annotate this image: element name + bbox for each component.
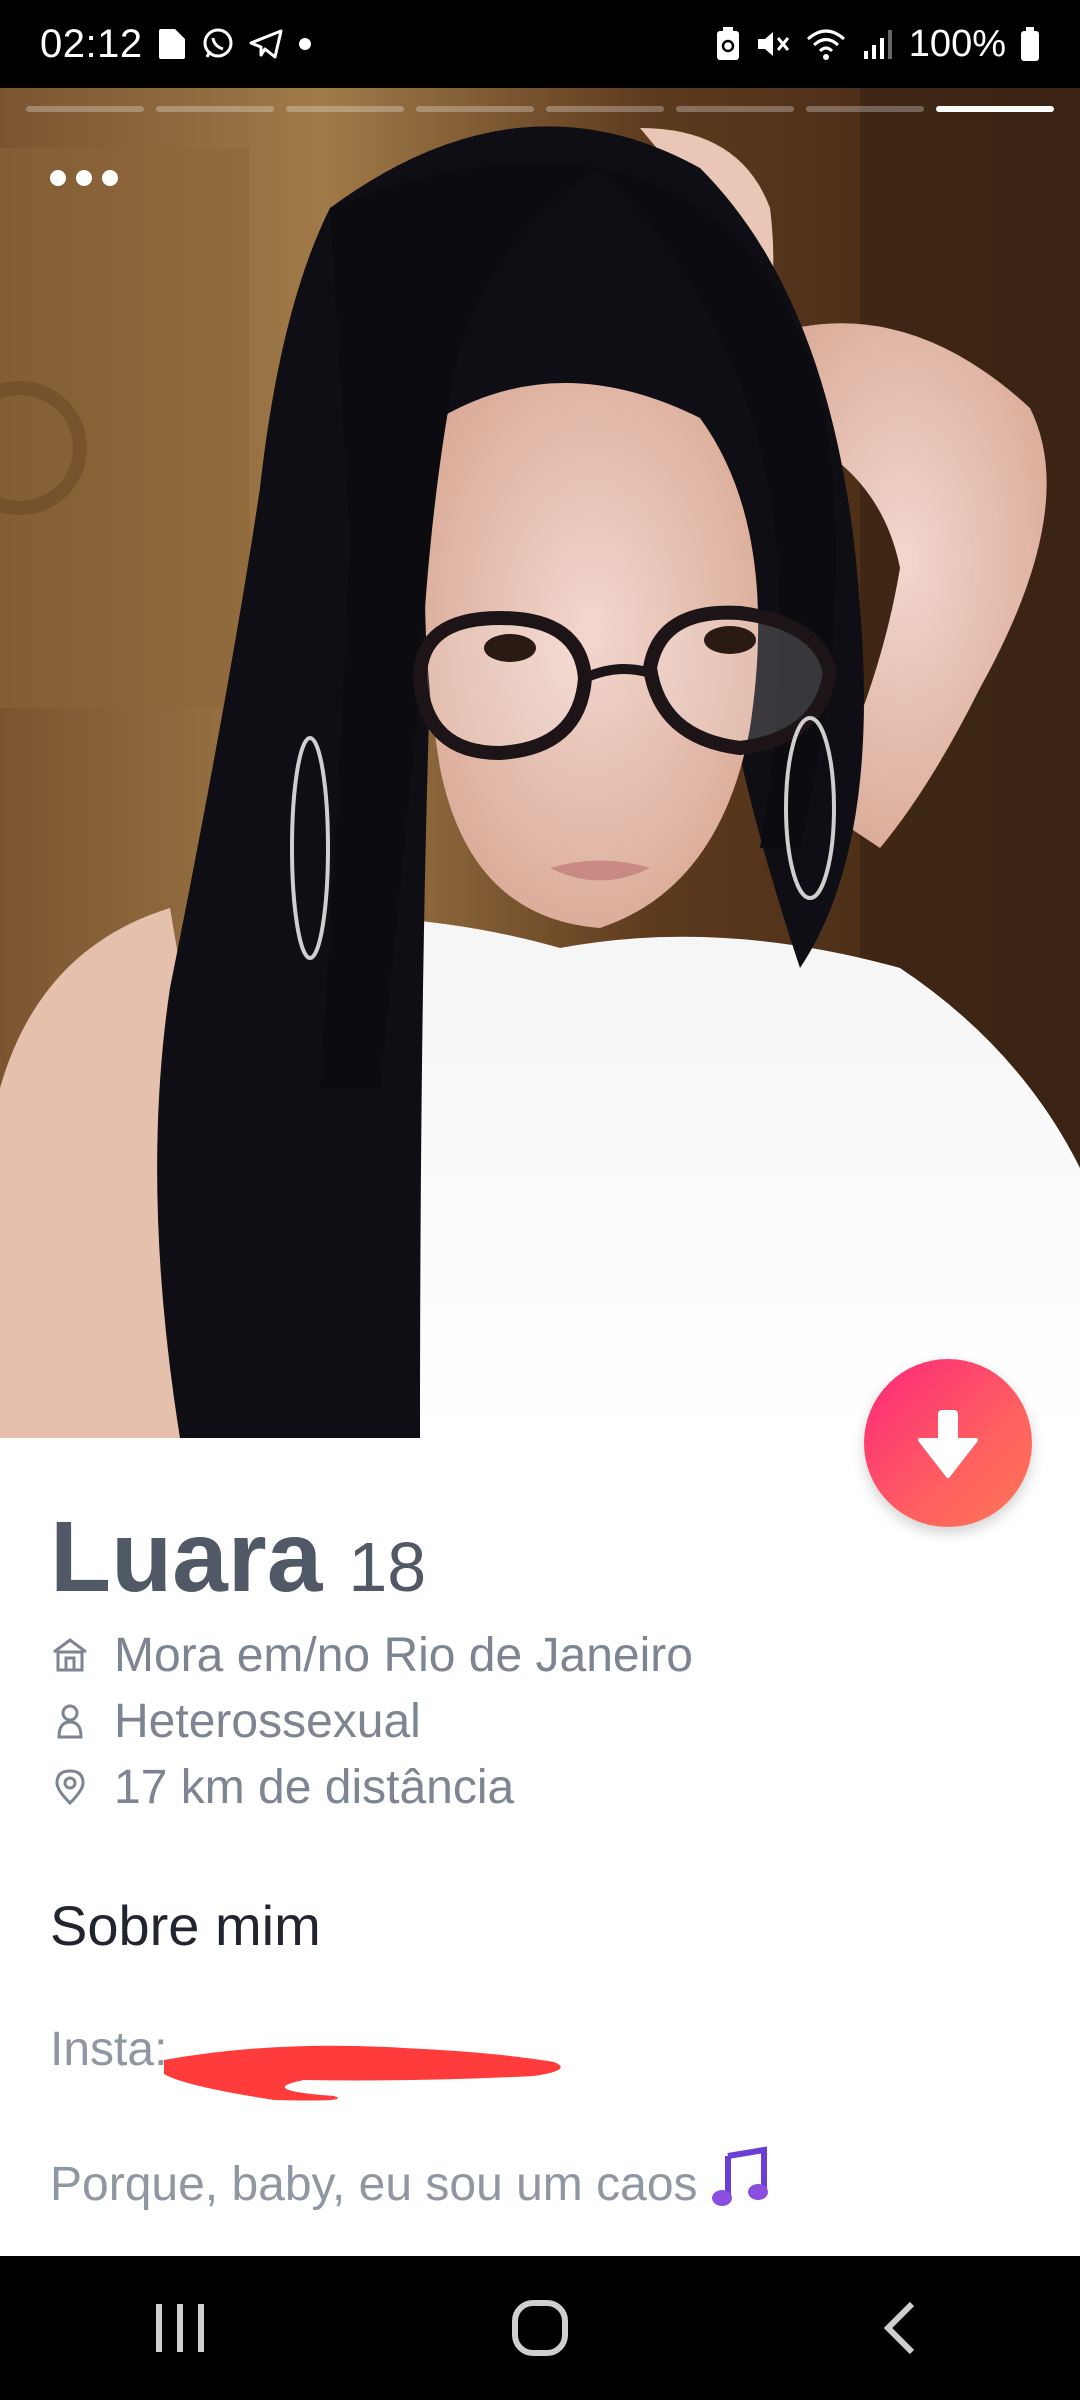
photo-progress-segment-active xyxy=(936,106,1054,112)
detail-text: 17 km de distância xyxy=(114,1760,515,1814)
battery-percentage: 100% xyxy=(908,22,1006,65)
whatsapp-icon xyxy=(201,27,235,61)
insta-row: Insta: xyxy=(50,2022,1030,2101)
dot-icon xyxy=(297,36,313,52)
tinder-profile-screen: 02:12 100% Luara 18 Mora em/no Rio de Ja… xyxy=(0,0,1080,2400)
music-notes-icon xyxy=(710,2146,780,2222)
profile-name: Luara xyxy=(50,1501,323,1613)
telegram-icon xyxy=(249,29,283,59)
recent-apps-button[interactable] xyxy=(120,2278,240,2378)
photo-progress-segment xyxy=(546,106,664,112)
battery-icon xyxy=(1020,26,1040,62)
back-button[interactable] xyxy=(840,2278,960,2378)
detail-row-location-home: Mora em/no Rio de Janeiro xyxy=(50,1628,1030,1682)
mute-icon xyxy=(755,27,791,61)
name-row: Luara 18 xyxy=(50,1500,1030,1615)
about-me-heading: Sobre mim xyxy=(50,1894,321,1957)
status-left: 02:12 xyxy=(40,22,313,67)
home-button-icon xyxy=(512,2300,568,2356)
photo-progress-bars xyxy=(26,106,1054,114)
more-dot-icon xyxy=(76,170,92,186)
photo-progress-segment xyxy=(156,106,274,112)
profile-photo[interactable] xyxy=(0,88,1080,1438)
photo-progress-segment xyxy=(806,106,924,112)
location-pin-icon xyxy=(50,1767,90,1807)
photo-progress-segment xyxy=(676,106,794,112)
arrow-down-icon xyxy=(918,1410,978,1478)
profile-photo-image xyxy=(0,88,1080,1438)
redaction-scribble xyxy=(164,2045,561,2101)
system-nav-bar xyxy=(0,2256,1080,2400)
signal-icon xyxy=(861,27,895,61)
person-icon xyxy=(50,1701,90,1741)
detail-row-orientation: Heterossexual xyxy=(50,1694,1030,1748)
photo-progress-segment xyxy=(416,106,534,112)
photo-progress-segment xyxy=(286,106,404,112)
status-bar: 02:12 100% xyxy=(0,0,1080,88)
insta-label: Insta: xyxy=(50,2023,168,2076)
status-right: 100% xyxy=(715,23,1040,66)
detail-row-distance: 17 km de distância xyxy=(50,1760,1030,1814)
detail-text: Mora em/no Rio de Janeiro xyxy=(114,1628,693,1682)
wifi-icon xyxy=(805,27,847,61)
profile-age: 18 xyxy=(348,1528,427,1606)
battery-saver-icon xyxy=(715,26,741,62)
bio-text: Porque, baby, eu sou um caos xyxy=(50,2146,1030,2222)
photo-progress-segment xyxy=(26,106,144,112)
status-time: 02:12 xyxy=(40,21,143,66)
bio-text-content: Porque, baby, eu sou um caos xyxy=(50,2157,698,2211)
back-icon xyxy=(883,2301,915,2355)
more-dot-icon xyxy=(50,170,66,186)
detail-text: Heterossexual xyxy=(114,1694,421,1748)
profile-info: Luara 18 Mora em/no Rio de Janeiro Heter… xyxy=(50,1500,1030,2222)
home-button[interactable] xyxy=(480,2278,600,2378)
more-options-button[interactable] xyxy=(50,158,140,198)
more-dot-icon xyxy=(102,170,118,186)
recent-apps-icon xyxy=(156,2304,204,2352)
file-icon xyxy=(157,27,187,61)
home-icon xyxy=(50,1635,90,1675)
